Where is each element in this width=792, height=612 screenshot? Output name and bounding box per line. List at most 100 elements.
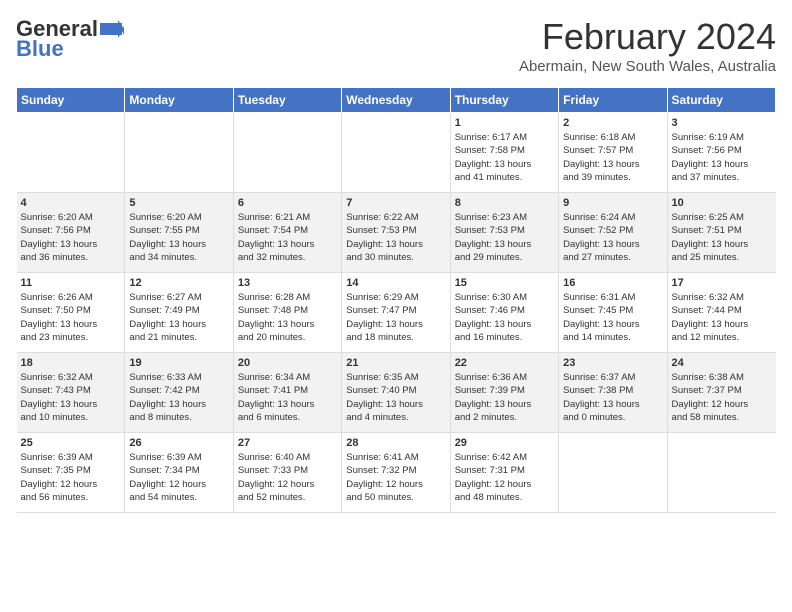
calendar-week-row: 4 Sunrise: 6:20 AM Sunset: 7:56 PM Daylig… (17, 193, 776, 273)
day-number: 24 (672, 357, 772, 369)
calendar-cell: 26 Sunrise: 6:39 AM Sunset: 7:34 PM Dayli… (125, 433, 233, 513)
day-number: 18 (21, 357, 121, 369)
cell-content: Sunrise: 6:39 AM Sunset: 7:34 PM Dayligh… (129, 451, 228, 504)
calendar-cell: 5 Sunrise: 6:20 AM Sunset: 7:55 PM Daylig… (125, 193, 233, 273)
day-number: 16 (563, 277, 662, 289)
cell-content: Sunrise: 6:23 AM Sunset: 7:53 PM Dayligh… (455, 211, 554, 264)
calendar-cell: 25 Sunrise: 6:39 AM Sunset: 7:35 PM Dayli… (17, 433, 125, 513)
cell-content: Sunrise: 6:28 AM Sunset: 7:48 PM Dayligh… (238, 291, 337, 344)
cell-content: Sunrise: 6:39 AM Sunset: 7:35 PM Dayligh… (21, 451, 121, 504)
day-number: 4 (21, 197, 121, 209)
page-header: General Blue February 2024 Abermain, New… (16, 16, 776, 75)
cell-content: Sunrise: 6:42 AM Sunset: 7:31 PM Dayligh… (455, 451, 554, 504)
day-number: 27 (238, 437, 337, 449)
day-number: 28 (346, 437, 445, 449)
cell-content: Sunrise: 6:40 AM Sunset: 7:33 PM Dayligh… (238, 451, 337, 504)
calendar-cell: 16Sunrise: 6:31 AM Sunset: 7:45 PM Dayli… (559, 273, 667, 353)
day-number: 23 (563, 357, 662, 369)
cell-content: Sunrise: 6:24 AM Sunset: 7:52 PM Dayligh… (563, 211, 662, 264)
col-header-wednesday: Wednesday (342, 88, 450, 113)
calendar-cell (125, 113, 233, 193)
day-number: 6 (238, 197, 337, 209)
calendar-cell: 15 Sunrise: 6:30 AM Sunset: 7:46 PM Dayli… (450, 273, 558, 353)
cell-content: Sunrise: 6:37 AM Sunset: 7:38 PM Dayligh… (563, 371, 662, 424)
day-number: 29 (455, 437, 554, 449)
calendar-cell (342, 113, 450, 193)
calendar-cell: 13 Sunrise: 6:28 AM Sunset: 7:48 PM Dayli… (233, 273, 341, 353)
cell-content: Sunrise: 6:19 AM Sunset: 7:56 PM Dayligh… (672, 131, 772, 184)
calendar-table: SundayMondayTuesdayWednesdayThursdayFrid… (16, 87, 776, 513)
cell-content: Sunrise: 6:20 AM Sunset: 7:56 PM Dayligh… (21, 211, 121, 264)
col-header-tuesday: Tuesday (233, 88, 341, 113)
day-number: 7 (346, 197, 445, 209)
calendar-cell: 27 Sunrise: 6:40 AM Sunset: 7:33 PM Dayli… (233, 433, 341, 513)
cell-content: Sunrise: 6:25 AM Sunset: 7:51 PM Dayligh… (672, 211, 772, 264)
day-number: 22 (455, 357, 554, 369)
cell-content: Sunrise: 6:32 AM Sunset: 7:43 PM Dayligh… (21, 371, 121, 424)
col-header-thursday: Thursday (450, 88, 558, 113)
calendar-cell (17, 113, 125, 193)
logo-arrow-icon (98, 20, 124, 38)
calendar-cell: 9 Sunrise: 6:24 AM Sunset: 7:52 PM Daylig… (559, 193, 667, 273)
calendar-cell (559, 433, 667, 513)
day-number: 15 (455, 277, 554, 289)
day-number: 8 (455, 197, 554, 209)
day-number: 19 (129, 357, 228, 369)
col-header-sunday: Sunday (17, 88, 125, 113)
day-number: 21 (346, 357, 445, 369)
day-number: 2 (563, 117, 662, 129)
cell-content: Sunrise: 6:18 AM Sunset: 7:57 PM Dayligh… (563, 131, 662, 184)
cell-content: Sunrise: 6:32 AM Sunset: 7:44 PM Dayligh… (672, 291, 772, 344)
day-number: 11 (21, 277, 121, 289)
calendar-cell (233, 113, 341, 193)
cell-content: Sunrise: 6:30 AM Sunset: 7:46 PM Dayligh… (455, 291, 554, 344)
calendar-cell: 8 Sunrise: 6:23 AM Sunset: 7:53 PM Daylig… (450, 193, 558, 273)
calendar-cell: 22 Sunrise: 6:36 AM Sunset: 7:39 PM Dayli… (450, 353, 558, 433)
calendar-week-row: 25 Sunrise: 6:39 AM Sunset: 7:35 PM Dayli… (17, 433, 776, 513)
calendar-cell (667, 433, 775, 513)
calendar-cell: 14Sunrise: 6:29 AM Sunset: 7:47 PM Dayli… (342, 273, 450, 353)
day-number: 3 (672, 117, 772, 129)
calendar-cell: 18 Sunrise: 6:32 AM Sunset: 7:43 PM Dayli… (17, 353, 125, 433)
col-header-monday: Monday (125, 88, 233, 113)
day-number: 26 (129, 437, 228, 449)
calendar-cell: 4 Sunrise: 6:20 AM Sunset: 7:56 PM Daylig… (17, 193, 125, 273)
calendar-cell: 28Sunrise: 6:41 AM Sunset: 7:32 PM Dayli… (342, 433, 450, 513)
calendar-cell: 1Sunrise: 6:17 AM Sunset: 7:58 PM Daylig… (450, 113, 558, 193)
calendar-week-row: 11 Sunrise: 6:26 AM Sunset: 7:50 PM Dayli… (17, 273, 776, 353)
cell-content: Sunrise: 6:21 AM Sunset: 7:54 PM Dayligh… (238, 211, 337, 264)
day-number: 12 (129, 277, 228, 289)
calendar-cell: 29 Sunrise: 6:42 AM Sunset: 7:31 PM Dayli… (450, 433, 558, 513)
calendar-cell: 19Sunrise: 6:33 AM Sunset: 7:42 PM Dayli… (125, 353, 233, 433)
cell-content: Sunrise: 6:36 AM Sunset: 7:39 PM Dayligh… (455, 371, 554, 424)
day-number: 25 (21, 437, 121, 449)
cell-content: Sunrise: 6:38 AM Sunset: 7:37 PM Dayligh… (672, 371, 772, 424)
calendar-cell: 17 Sunrise: 6:32 AM Sunset: 7:44 PM Dayli… (667, 273, 775, 353)
cell-content: Sunrise: 6:34 AM Sunset: 7:41 PM Dayligh… (238, 371, 337, 424)
subtitle: Abermain, New South Wales, Australia (519, 58, 776, 75)
main-title: February 2024 (519, 16, 776, 58)
cell-content: Sunrise: 6:22 AM Sunset: 7:53 PM Dayligh… (346, 211, 445, 264)
day-number: 14 (346, 277, 445, 289)
cell-content: Sunrise: 6:26 AM Sunset: 7:50 PM Dayligh… (21, 291, 121, 344)
calendar-cell: 7 Sunrise: 6:22 AM Sunset: 7:53 PM Daylig… (342, 193, 450, 273)
calendar-header-row: SundayMondayTuesdayWednesdayThursdayFrid… (17, 88, 776, 113)
col-header-friday: Friday (559, 88, 667, 113)
calendar-cell: 6 Sunrise: 6:21 AM Sunset: 7:54 PM Daylig… (233, 193, 341, 273)
calendar-cell: 21 Sunrise: 6:35 AM Sunset: 7:40 PM Dayli… (342, 353, 450, 433)
calendar-cell: 24 Sunrise: 6:38 AM Sunset: 7:37 PM Dayli… (667, 353, 775, 433)
calendar-cell: 23 Sunrise: 6:37 AM Sunset: 7:38 PM Dayli… (559, 353, 667, 433)
day-number: 20 (238, 357, 337, 369)
calendar-cell: 3 Sunrise: 6:19 AM Sunset: 7:56 PM Daylig… (667, 113, 775, 193)
day-number: 10 (672, 197, 772, 209)
col-header-saturday: Saturday (667, 88, 775, 113)
cell-content: Sunrise: 6:20 AM Sunset: 7:55 PM Dayligh… (129, 211, 228, 264)
cell-content: Sunrise: 6:35 AM Sunset: 7:40 PM Dayligh… (346, 371, 445, 424)
day-number: 9 (563, 197, 662, 209)
day-number: 5 (129, 197, 228, 209)
day-number: 13 (238, 277, 337, 289)
calendar-cell: 10 Sunrise: 6:25 AM Sunset: 7:51 PM Dayli… (667, 193, 775, 273)
day-number: 17 (672, 277, 772, 289)
calendar-cell: 20 Sunrise: 6:34 AM Sunset: 7:41 PM Dayli… (233, 353, 341, 433)
calendar-week-row: 1Sunrise: 6:17 AM Sunset: 7:58 PM Daylig… (17, 113, 776, 193)
